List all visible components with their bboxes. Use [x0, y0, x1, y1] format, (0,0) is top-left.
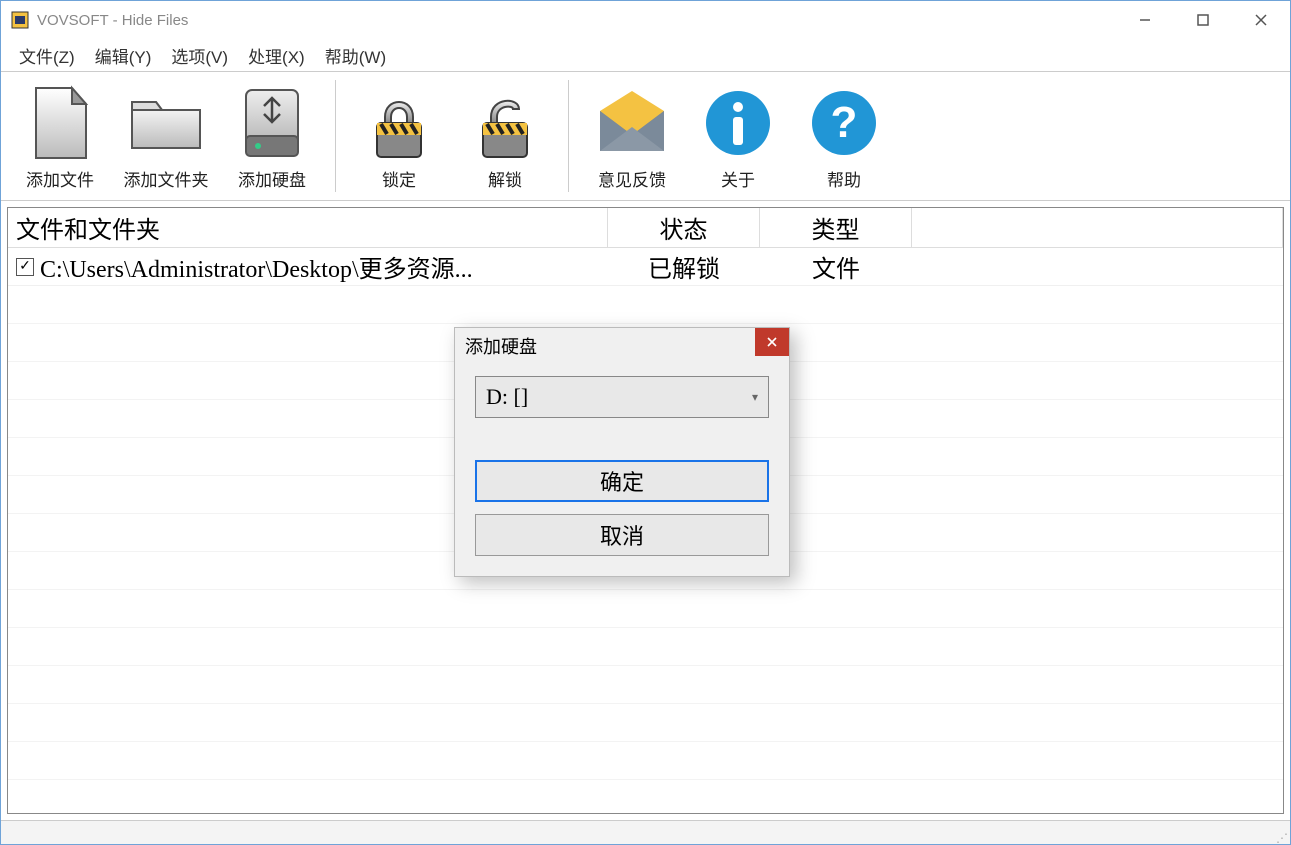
lock-label: 锁定	[382, 166, 416, 191]
drive-select[interactable]: D: [] ▾	[475, 376, 769, 418]
titlebar: VOVSOFT - Hide Files	[1, 1, 1290, 39]
lock-icon	[367, 82, 431, 164]
menu-help[interactable]: 帮助(W)	[317, 39, 394, 72]
add-disk-label: 添加硬盘	[238, 166, 306, 191]
cell-path: ✓ C:\Users\Administrator\Desktop\更多资源...	[8, 249, 608, 284]
header-type[interactable]: 类型	[760, 208, 912, 248]
add-folder-label: 添加文件夹	[124, 166, 209, 191]
add-file-button[interactable]: 添加文件	[7, 76, 113, 196]
menu-file[interactable]: 文件(Z)	[11, 39, 83, 72]
dialog-titlebar: 添加硬盘	[455, 328, 789, 364]
menu-edit[interactable]: 编辑(Y)	[87, 39, 160, 72]
maximize-button[interactable]	[1174, 1, 1232, 39]
help-icon: ?	[808, 82, 880, 164]
add-folder-button[interactable]: 添加文件夹	[113, 76, 219, 196]
list-header: 文件和文件夹 状态 类型	[8, 208, 1283, 248]
file-icon	[26, 82, 94, 164]
cell-type: 文件	[760, 249, 912, 284]
lock-button[interactable]: 锁定	[346, 76, 452, 196]
dialog-title: 添加硬盘	[465, 333, 537, 359]
about-label: 关于	[721, 166, 755, 191]
toolbar: 添加文件 添加文件夹 添加硬盘 锁定	[1, 71, 1290, 201]
ok-label: 确定	[600, 465, 644, 497]
row-path-text: C:\Users\Administrator\Desktop\更多资源...	[40, 249, 473, 284]
add-disk-dialog: 添加硬盘 D: [] ▾ 确定 取消	[454, 327, 790, 577]
menu-options[interactable]: 选项(V)	[163, 39, 236, 72]
main-window: VOVSOFT - Hide Files 文件(Z) 编辑(Y) 选项(V) 处…	[0, 0, 1291, 845]
svg-text:?: ?	[831, 98, 858, 147]
help-button[interactable]: ? 帮助	[791, 76, 897, 196]
chevron-down-icon: ▾	[752, 390, 758, 405]
list-row[interactable]: ✓ C:\Users\Administrator\Desktop\更多资源...…	[8, 248, 1283, 286]
dialog-close-button[interactable]	[755, 328, 789, 356]
app-icon	[11, 11, 29, 29]
menu-process[interactable]: 处理(X)	[240, 39, 313, 72]
feedback-icon	[592, 82, 672, 164]
menubar: 文件(Z) 编辑(Y) 选项(V) 处理(X) 帮助(W)	[1, 39, 1290, 71]
unlock-label: 解锁	[488, 166, 522, 191]
disk-icon	[236, 82, 308, 164]
info-icon	[702, 82, 774, 164]
dialog-body: D: [] ▾ 确定 取消	[455, 364, 789, 576]
minimize-button[interactable]	[1116, 1, 1174, 39]
folder-icon	[126, 82, 206, 164]
add-disk-button[interactable]: 添加硬盘	[219, 76, 325, 196]
help-label: 帮助	[827, 166, 861, 191]
feedback-label: 意见反馈	[598, 166, 666, 191]
feedback-button[interactable]: 意见反馈	[579, 76, 685, 196]
ok-button[interactable]: 确定	[475, 460, 769, 502]
about-button[interactable]: 关于	[685, 76, 791, 196]
cancel-label: 取消	[600, 519, 644, 551]
resize-grip[interactable]: ⋰	[1276, 834, 1288, 842]
toolbar-separator	[568, 80, 569, 192]
window-controls	[1116, 1, 1290, 39]
row-checkbox[interactable]: ✓	[16, 258, 34, 276]
cell-status: 已解锁	[608, 249, 760, 284]
header-path[interactable]: 文件和文件夹	[8, 208, 608, 248]
unlock-icon	[473, 82, 537, 164]
header-spacer	[912, 208, 1283, 248]
add-file-label: 添加文件	[26, 166, 94, 191]
cancel-button[interactable]: 取消	[475, 514, 769, 556]
window-title: VOVSOFT - Hide Files	[37, 12, 1116, 29]
close-button[interactable]	[1232, 1, 1290, 39]
drive-select-value: D: []	[486, 384, 528, 410]
toolbar-separator	[335, 80, 336, 192]
unlock-button[interactable]: 解锁	[452, 76, 558, 196]
header-status[interactable]: 状态	[608, 208, 760, 248]
statusbar: ⋰	[1, 820, 1290, 844]
